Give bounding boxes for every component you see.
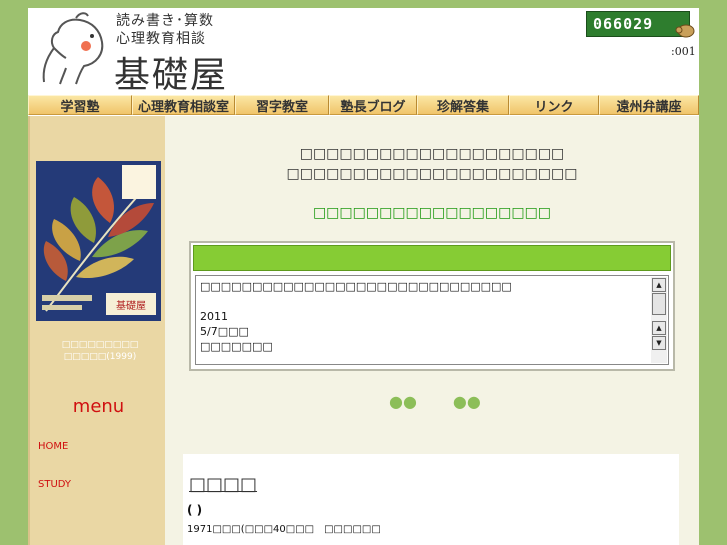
news-line1: □□□□□□□□□□□□□□□□□□□□□□□□□□□□□□ [200,280,512,293]
book-caption-line1: □□□□□□□□□ [61,340,139,350]
news-line5: □□□□□□□ [200,340,273,353]
logo-title: 基礎屋 [114,55,229,96]
book-caption-line2: □□□□□(1999) [63,352,137,362]
sidebar-link-home[interactable]: HOME [38,441,68,452]
page: 読み書き･算数 心理教育相談 基礎屋 066029 :001 学習塾 心理教育相… [28,8,699,545]
profile-text: 1971□□□(□□□40□□□ □□□□□□ [187,524,381,535]
profile-parenthesis: ( ) [187,503,203,517]
header: 読み書き･算数 心理教育相談 基礎屋 066029 :001 [28,8,699,96]
news-textarea[interactable]: □□□□□□□□□□□□□□□□□□□□□□□□□□□□□□ 2011 5/7□… [195,275,669,365]
highlight-line: □□□□□□□□□□□□□□□□□□ [312,205,552,221]
book-cover-title: 基礎屋 [116,299,146,312]
scroll-down-arrow-icon[interactable]: ▼ [652,336,666,350]
nav-item-juku[interactable]: 学習塾 [28,95,132,115]
book-cover-image[interactable]: 基礎屋 [36,161,161,321]
boar-mascot-icon [42,12,104,85]
profile-section: □□□□ ( ) 1971□□□(□□□40□□□ □□□□□□ [183,454,679,545]
dots-left: ●● [389,392,417,411]
book-caption: □□□□□□□□□ □□□□□(1999) [50,339,150,363]
nav-item-links[interactable]: リンク [509,95,599,115]
news-line2 [200,294,644,309]
scroll-thumb[interactable] [652,293,666,315]
nav-item-consultation[interactable]: 心理教育相談室 [132,95,235,115]
main-content: □□□□□□□□□□□□□□□□□□□□ □□□□□□□□□□□□□□□□□□□… [165,116,699,545]
leaf-illustration: 基礎屋 [36,161,161,321]
nav-item-dialect[interactable]: 遠州弁講座 [599,95,699,115]
profile-title: □□□□ [189,474,258,495]
sidebar: 基礎屋 □□□□□□□□□ □□□□□(1999) menu HOME STUD… [28,116,165,545]
counter-subtext: :001 [671,45,696,58]
intro-line1: □□□□□□□□□□□□□□□□□□□□ [299,146,565,162]
dots-right: ●● [452,392,481,411]
scroll-up-arrow-icon[interactable]: ▲ [652,321,666,335]
decorative-dots: ●● ●● [389,392,481,411]
nav-item-calligraphy[interactable]: 習字教室 [235,95,329,115]
news-header-bar [193,245,671,271]
nav-item-blog[interactable]: 塾長ブログ [329,95,417,115]
nav-item-answers[interactable]: 珍解答集 [417,95,509,115]
counter-animal-icon [675,24,695,38]
logo-line1: 読み書き･算数 [116,13,214,29]
news-line4: 5/7□□□ [200,325,249,338]
main-nav: 学習塾 心理教育相談室 習字教室 塾長ブログ 珍解答集 リンク 遠州弁講座 [28,94,699,116]
menu-heading: menu [72,396,125,417]
sidebar-link-study[interactable]: STUDY [38,479,71,490]
logo-line2: 心理教育相談 [116,31,206,47]
news-scrollbar[interactable]: ▲ ▲ ▼ [651,277,667,363]
scroll-up-arrow-icon[interactable]: ▲ [652,278,666,292]
intro-line2: □□□□□□□□□□□□□□□□□□□□□□ [286,166,578,182]
news-panel: □□□□□□□□□□□□□□□□□□□□□□□□□□□□□□ 2011 5/7□… [189,241,675,371]
news-line3: 2011 [200,310,228,323]
